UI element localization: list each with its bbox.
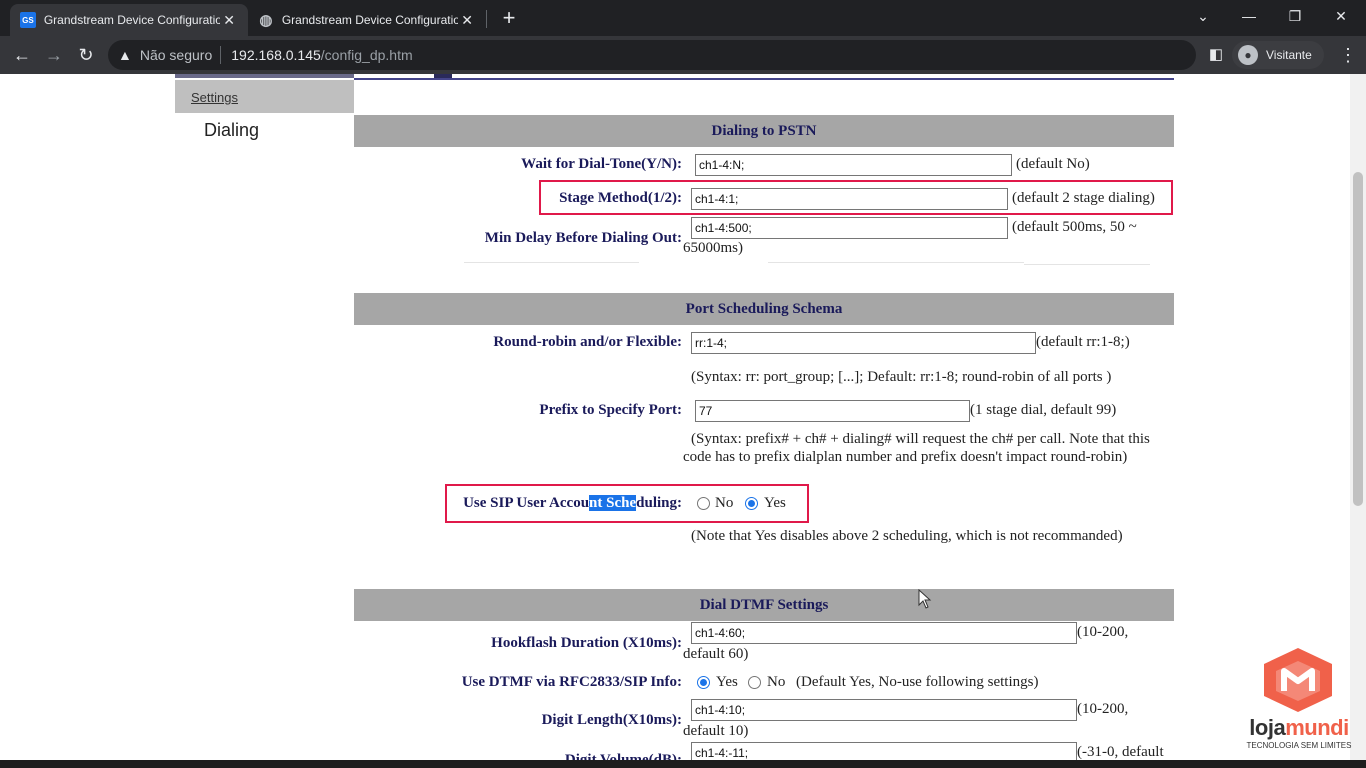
sip-scheduling-label: Use SIP User Account Scheduling: <box>463 495 682 512</box>
min-delay-note-line1: (default 500ms, 50 ~ <box>1012 219 1137 235</box>
bottom-edge <box>0 760 1366 768</box>
hookflash-input[interactable]: ch1-4:60; <box>691 622 1077 644</box>
reload-icon[interactable]: ↻ <box>72 41 100 69</box>
sidebar-item-dialing[interactable]: Dialing <box>204 120 259 141</box>
security-status[interactable]: Não seguro <box>140 47 212 63</box>
tab-separator <box>486 10 487 28</box>
brand-tagline: TECNOLOGIA SEM LIMITES <box>1246 741 1352 750</box>
back-arrow-icon[interactable]: ← <box>8 41 36 69</box>
prefix-port-label: Prefix to Specify Port: <box>539 402 682 418</box>
sip-scheduling-no-radio[interactable] <box>697 497 710 510</box>
use-dtmf-no-label: No <box>767 674 786 690</box>
digit-length-note-line1: (10-200, <box>1077 701 1129 717</box>
stage-method-input[interactable]: ch1-4:1; <box>691 188 1008 210</box>
title-underline <box>354 78 1174 80</box>
digit-volume-label: Digit Volume(dB): <box>564 752 682 760</box>
url-host[interactable]: 192.168.0.145 <box>231 47 321 63</box>
window-close-icon[interactable]: ✕ <box>1318 4 1364 28</box>
section-header-dial-dtmf: Dial DTMF Settings <box>354 589 1174 621</box>
round-robin-note: (default rr:1-8;) <box>1036 334 1130 350</box>
tab-inactive[interactable]: ◍ Grandstream Device Configuratio ✕ <box>248 4 486 36</box>
side-panel-icon[interactable]: ◧ <box>1206 45 1226 65</box>
section-header-dialing-pstn: Dialing to PSTN <box>354 115 1174 147</box>
address-bar[interactable]: ▲ Não seguro 192.168.0.145/config_dp.htm <box>108 40 1196 70</box>
lojamundi-hexagon-icon <box>1264 648 1332 712</box>
prefix-port-note: (1 stage dial, default 99) <box>970 402 1117 418</box>
minimize-icon[interactable]: — <box>1226 4 1272 28</box>
tab-strip: GS Grandstream Device Configuratio ✕ ◍ G… <box>0 0 1366 36</box>
profile-button[interactable]: ● Visitante <box>1232 41 1324 69</box>
hookflash-note-line2: default 60) <box>683 646 749 662</box>
profile-label: Visitante <box>1266 48 1312 62</box>
tab-title: Grandstream Device Configuratio <box>281 13 459 27</box>
new-tab-plus-icon[interactable]: + <box>498 6 520 30</box>
hookflash-label: Hookflash Duration (X10ms): <box>491 635 682 651</box>
close-tab-icon[interactable]: ✕ <box>458 12 476 29</box>
restore-icon[interactable]: ❐ <box>1272 4 1318 28</box>
config-page: Settings Dialing Dialing to PSTN Wait fo… <box>0 74 1350 760</box>
faint-divider <box>768 262 1024 263</box>
kebab-menu-icon[interactable]: ⋮ <box>1336 41 1360 69</box>
scrollbar-thumb[interactable] <box>1353 172 1363 506</box>
omnibox-divider <box>220 46 222 64</box>
tab-active[interactable]: GS Grandstream Device Configuratio ✕ <box>10 4 248 36</box>
brand-name-part2: mundi <box>1285 715 1349 740</box>
faint-divider <box>1024 264 1150 265</box>
round-robin-input[interactable]: rr:1-4; <box>691 332 1036 354</box>
warning-triangle-icon[interactable]: ▲ <box>118 47 132 63</box>
faint-divider <box>464 262 639 263</box>
tab-title: Grandstream Device Configuratio <box>43 13 221 27</box>
min-delay-label: Min Delay Before Dialing Out: <box>484 230 682 246</box>
sidebar-top-bar <box>175 74 354 78</box>
digit-length-label: Digit Length(X10ms): <box>541 712 682 728</box>
use-dtmf-yes-label: Yes <box>716 674 738 690</box>
hookflash-note-line1: (10-200, <box>1077 624 1129 640</box>
globe-icon: ◍ <box>259 12 273 29</box>
guest-avatar-icon: ● <box>1238 45 1258 65</box>
sidebar-item-settings[interactable]: Settings <box>175 80 354 113</box>
section-header-port-scheduling: Port Scheduling Schema <box>354 293 1174 325</box>
wait-dial-tone-input[interactable]: ch1-4:N; <box>695 154 1012 176</box>
use-dtmf-yes-radio[interactable] <box>697 676 710 689</box>
browser-toolbar: ← → ↻ ▲ Não seguro 192.168.0.145/config_… <box>0 36 1366 74</box>
round-robin-label: Round-robin and/or Flexible: <box>493 334 682 350</box>
url-path[interactable]: /config_dp.htm <box>321 47 413 63</box>
brand-name: lojamundi <box>1240 715 1358 741</box>
digit-volume-note-line1: (-31-0, default <box>1077 744 1164 760</box>
sip-scheduling-note: (Note that Yes disables above 2 scheduli… <box>691 528 1123 544</box>
prefix-port-input[interactable]: 77 <box>695 400 970 422</box>
round-robin-syntax-note: (Syntax: rr: port_group; [...]; Default:… <box>691 369 1112 385</box>
min-delay-note-line2: 65000ms) <box>683 240 743 256</box>
grandstream-favicon-icon: GS <box>20 12 36 28</box>
min-delay-input[interactable]: ch1-4:500; <box>691 217 1008 239</box>
sip-scheduling-yes-label: Yes <box>764 495 786 511</box>
sip-label-selected-text: nt Sche <box>589 495 637 511</box>
mouse-cursor-icon <box>918 589 932 609</box>
stage-method-label: Stage Method(1/2): <box>559 190 682 206</box>
tab-search-chevron-down-icon[interactable]: ⌄ <box>1180 4 1226 28</box>
use-dtmf-no-radio[interactable] <box>748 676 761 689</box>
sip-scheduling-yes-radio[interactable] <box>745 497 758 510</box>
brand-name-part1: loja <box>1249 715 1286 740</box>
digit-length-input[interactable]: ch1-4:10; <box>691 699 1077 721</box>
use-dtmf-label: Use DTMF via RFC2833/SIP Info: <box>461 674 682 690</box>
lojamundi-logo: lojamundi TECNOLOGIA SEM LIMITES <box>1240 645 1358 755</box>
wait-dial-tone-label: Wait for Dial-Tone(Y/N): <box>521 156 682 172</box>
prefix-syntax-note: (Syntax: prefix# + ch# + dialing# will r… <box>683 431 1150 465</box>
digit-volume-input[interactable]: ch1-4:-11; <box>691 742 1077 760</box>
sip-label-part1: Use SIP User Accou <box>463 495 590 511</box>
sip-scheduling-no-label: No <box>715 495 734 511</box>
close-tab-icon[interactable]: ✕ <box>220 12 238 29</box>
wait-dial-tone-note: (default No) <box>1016 156 1090 172</box>
digit-length-note-line2: default 10) <box>683 723 749 739</box>
stage-method-note: (default 2 stage dialing) <box>1012 190 1155 206</box>
use-dtmf-note: (Default Yes, No-use following settings) <box>796 674 1039 690</box>
forward-arrow-icon[interactable]: → <box>40 41 68 69</box>
sip-label-part2: duling: <box>636 495 682 511</box>
